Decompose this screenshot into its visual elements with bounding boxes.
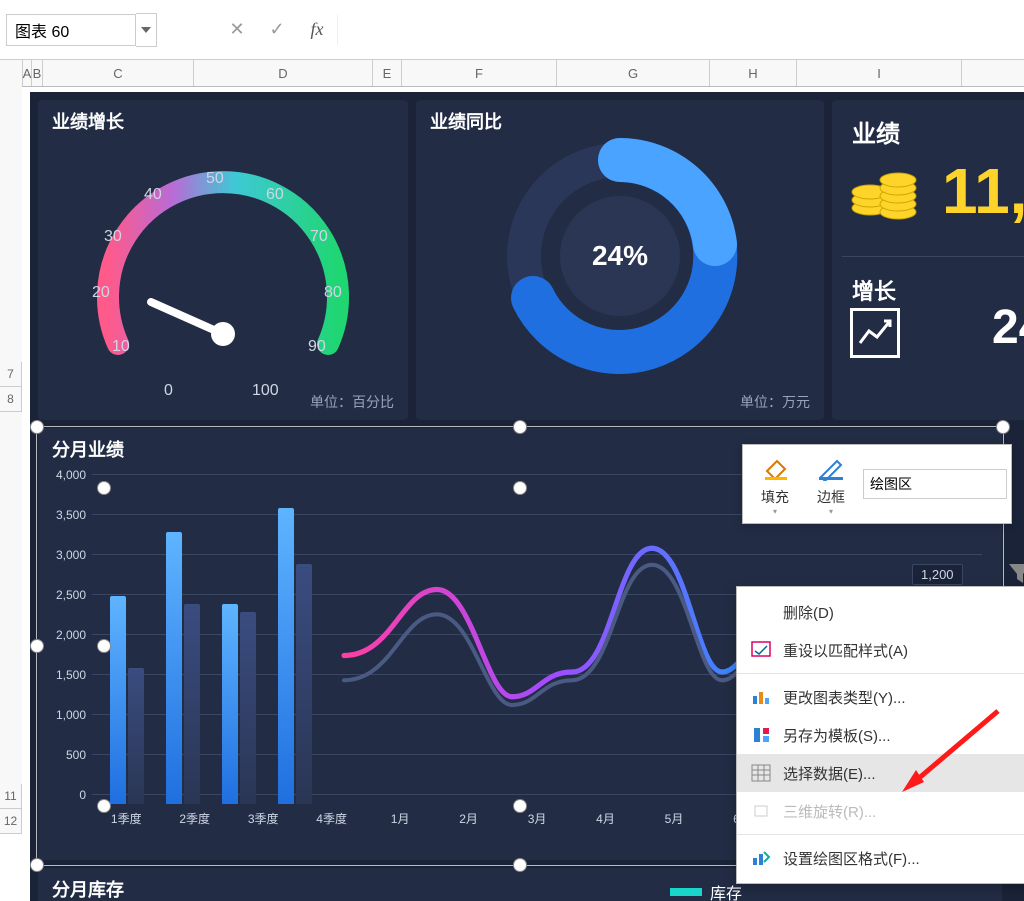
col-header[interactable]: C — [43, 60, 194, 86]
resize-handle[interactable] — [996, 420, 1010, 434]
gauge-tick: 100 — [252, 382, 279, 400]
name-box-input[interactable] — [6, 14, 136, 46]
tile-title: 业绩增长 — [52, 108, 124, 134]
coins-icon — [850, 162, 920, 223]
donut-center-label: 24% — [560, 196, 680, 316]
reset-style-icon — [749, 640, 773, 660]
gauge-tick: 90 — [308, 338, 326, 356]
col-header[interactable]: G — [557, 60, 710, 86]
chart-type-icon — [749, 687, 773, 707]
name-box-dropdown[interactable] — [136, 13, 157, 47]
tile-yoy-donut: 业绩同比 24% 单位：万元 — [416, 100, 824, 420]
ctx-reset-style[interactable]: 重设以匹配样式(A) — [737, 631, 1024, 669]
border-button[interactable]: 边框▾ — [803, 449, 859, 519]
col-header[interactable]: I — [797, 60, 962, 86]
resize-handle[interactable] — [513, 799, 527, 813]
sheet-canvas[interactable]: 业绩增长 0 10 20 30 — [22, 86, 1024, 901]
gauge-tick: 10 — [112, 338, 130, 356]
resize-handle[interactable] — [30, 639, 44, 653]
kpi-title2: 增长 — [852, 274, 896, 306]
legend: 库存 — [670, 880, 742, 901]
fx-button[interactable]: fx — [297, 14, 337, 46]
ctx-label: 设置绘图区格式(F)... — [783, 848, 920, 869]
resize-handle[interactable] — [97, 639, 111, 653]
trend-up-icon — [850, 308, 900, 358]
rotate3d-icon — [749, 801, 773, 821]
cancel-formula-button[interactable]: ✕ — [217, 14, 257, 46]
ctx-label: 三维旋转(R)... — [783, 801, 876, 822]
annotation-arrow — [898, 706, 1008, 796]
gauge-tick: 0 — [164, 382, 173, 400]
resize-handle[interactable] — [30, 420, 44, 434]
tile-kpi: 业绩 11,9 增长 24 — [832, 100, 1024, 420]
ctx-label: 更改图表类型(Y)... — [783, 687, 906, 708]
x-icon: ✕ — [229, 19, 244, 40]
worksheet-area[interactable]: A B C D E F G H I 7 8 11 12 业绩增长 — [0, 60, 1024, 901]
accept-formula-button[interactable]: ✓ — [257, 14, 297, 46]
gauge-tick: 20 — [92, 284, 110, 302]
chart-area-name-input[interactable] — [863, 469, 1007, 499]
mini-label: 边框 — [817, 487, 845, 507]
resize-handle[interactable] — [97, 799, 111, 813]
ctx-label: 重设以匹配样式(A) — [783, 640, 908, 661]
row-headers: 7 8 11 12 — [0, 86, 22, 834]
select-all-corner[interactable] — [0, 60, 23, 86]
col-header[interactable]: F — [402, 60, 557, 86]
kpi-title: 业绩 — [852, 114, 900, 149]
row-header[interactable]: 8 — [0, 387, 22, 412]
tile-title: 业绩同比 — [430, 108, 502, 134]
kpi-value: 11,9 — [942, 154, 1024, 228]
name-box[interactable] — [6, 14, 157, 46]
legend-swatch — [670, 888, 702, 896]
gauge-tick: 60 — [266, 186, 284, 204]
fill-button[interactable]: 填充▾ — [747, 449, 803, 519]
col-header[interactable]: E — [373, 60, 402, 86]
gauge-tick: 50 — [206, 170, 224, 188]
template-icon — [749, 725, 773, 745]
gauge-tick: 70 — [310, 228, 328, 246]
filter-icon[interactable] — [1006, 560, 1024, 588]
resize-handle[interactable] — [513, 481, 527, 495]
mini-label: 填充 — [761, 487, 789, 507]
ctx-format-plot-area[interactable]: 设置绘图区格式(F)... — [737, 839, 1024, 877]
formula-bar: ✕ ✓ fx — [0, 0, 1024, 60]
row-header[interactable]: 7 — [0, 362, 22, 387]
kpi-value2: 24 — [992, 300, 1024, 355]
col-header[interactable]: D — [194, 60, 373, 86]
tile-unit: 单位：万元 — [740, 392, 810, 412]
select-data-icon — [749, 763, 773, 783]
col-header[interactable]: H — [710, 60, 797, 86]
resize-handle[interactable] — [30, 858, 44, 872]
donut-chart: 24% — [496, 132, 744, 380]
tile-growth-gauge: 业绩增长 0 10 20 30 — [38, 100, 408, 420]
tile-title: 分月库存 — [52, 876, 124, 901]
ctx-label: 选择数据(E)... — [783, 763, 876, 784]
col-header[interactable]: A — [23, 60, 32, 86]
paint-bucket-icon — [760, 453, 790, 483]
ctx-label: 删除(D) — [783, 602, 834, 623]
row-header[interactable]: 12 — [0, 809, 22, 834]
ctx-delete[interactable]: 删除(D) — [737, 593, 1024, 631]
ctx-label: 另存为模板(S)... — [783, 725, 891, 746]
pencil-icon — [816, 453, 846, 483]
col-header[interactable]: B — [32, 60, 43, 86]
resize-handle[interactable] — [513, 858, 527, 872]
mini-toolbar: 填充▾ 边框▾ — [742, 444, 1012, 524]
format-icon — [749, 848, 773, 868]
ctx-3d-rotate: 三维旋转(R)... — [737, 792, 1024, 830]
fx-icon: fx — [311, 19, 324, 40]
gauge-tick: 30 — [104, 228, 122, 246]
gauge-tick: 40 — [144, 186, 162, 204]
column-headers: A B C D E F G H I — [0, 60, 1024, 87]
resize-handle[interactable] — [97, 481, 111, 495]
gauge-tick: 80 — [324, 284, 342, 302]
check-icon: ✓ — [269, 19, 284, 40]
row-header[interactable]: 11 — [0, 784, 22, 809]
tile-unit: 单位：百分比 — [310, 392, 394, 412]
resize-handle[interactable] — [513, 420, 527, 434]
chevron-down-icon — [141, 27, 151, 33]
